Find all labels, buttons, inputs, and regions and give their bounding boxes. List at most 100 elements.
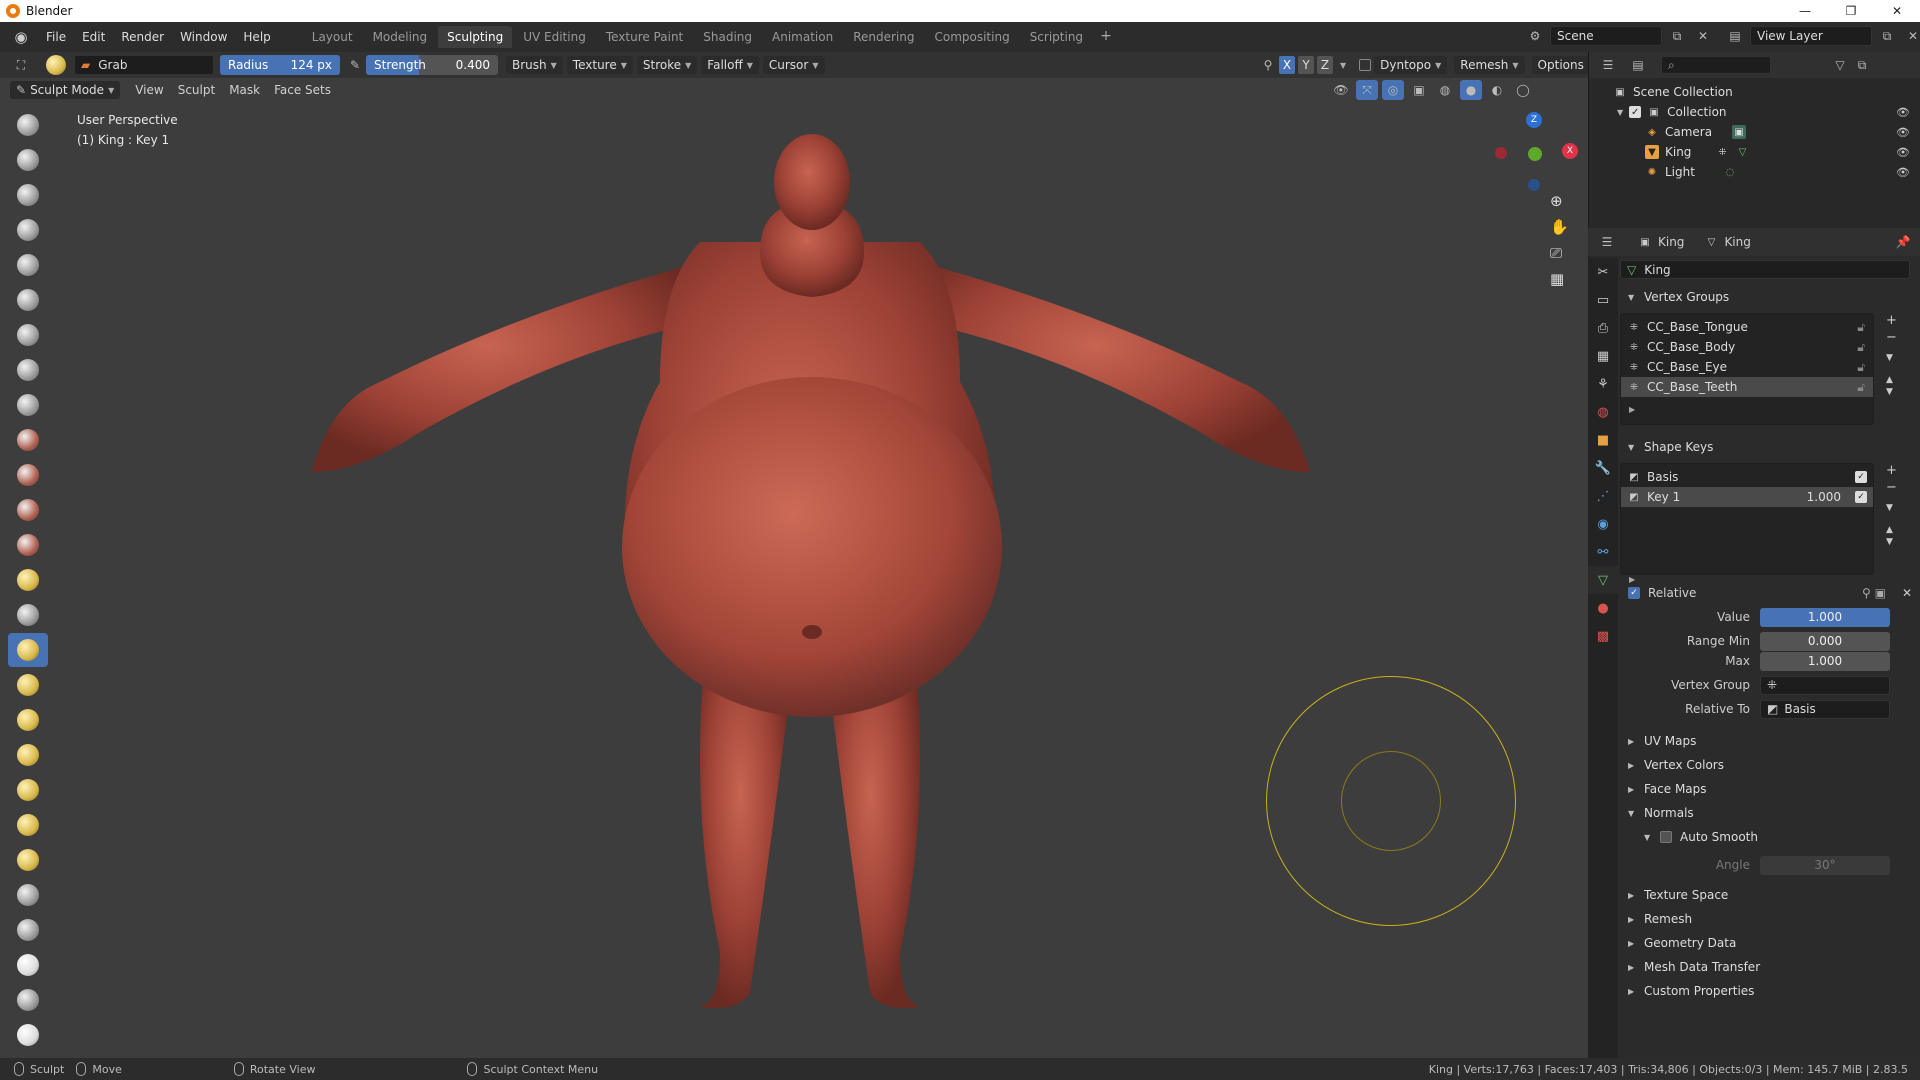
clay-strips-tool[interactable] — [8, 213, 48, 247]
dyntopo-dropdown[interactable]: Dyntopo ▼ — [1374, 56, 1448, 74]
mirror-z-toggle[interactable]: Z — [1317, 56, 1333, 74]
edit-mode-icon[interactable]: ⚲ ▣ — [1862, 586, 1886, 600]
clear-weights-icon[interactable]: ✕ — [1902, 586, 1912, 600]
mask-tool[interactable] — [8, 983, 48, 1017]
vertex-group-item[interactable]: ⁜ CC_Base_Eye 🔓︎ — [1621, 357, 1873, 377]
pan-hand-icon[interactable]: ✋ — [1550, 218, 1569, 236]
delete-view-layer-icon[interactable]: ✕ — [1902, 26, 1920, 46]
new-view-layer-icon[interactable]: ⧉ — [1876, 26, 1898, 46]
tool-tab-icon[interactable]: ✂ — [1588, 258, 1618, 286]
mode-dropdown[interactable]: ✎ Sculpt Mode ▼ — [10, 81, 121, 99]
minimize-button[interactable]: — — [1782, 0, 1828, 22]
menu-help[interactable]: Help — [235, 30, 278, 44]
menu-edit[interactable]: Edit — [74, 30, 113, 44]
delete-scene-icon[interactable]: ✕ — [1692, 26, 1714, 46]
symmetry-icon[interactable]: ⚲ — [1260, 55, 1276, 75]
physics-tab-icon[interactable]: ◉ — [1588, 510, 1618, 538]
solid-shading-icon[interactable]: ● — [1460, 80, 1482, 100]
add-shape-key-icon[interactable]: + — [1886, 463, 1897, 478]
elastic-deform-tool[interactable] — [8, 668, 48, 702]
blob-tool[interactable] — [8, 353, 48, 387]
uv-maps-panel-header[interactable]: ▶ UV Maps — [1620, 729, 1916, 753]
outliner-item-king[interactable]: ▼ King ⁜ ▽ 👁 — [1589, 142, 1920, 162]
filter-expand-icon[interactable]: ▶ — [1621, 397, 1873, 414]
auto-smooth-checkbox[interactable] — [1660, 831, 1672, 843]
shape-key-mute-checkbox[interactable]: ✓ — [1855, 491, 1867, 503]
vertex-colors-panel-header[interactable]: ▶ Vertex Colors — [1620, 753, 1916, 777]
slide-relax-tool[interactable] — [8, 878, 48, 912]
object-tab-icon[interactable]: ■ — [1588, 426, 1618, 454]
draw-face-sets-tool[interactable] — [8, 1018, 48, 1052]
tab-shading[interactable]: Shading — [694, 26, 761, 48]
gizmo-x-axis[interactable]: X — [1562, 143, 1578, 159]
grab-tool[interactable] — [8, 633, 48, 667]
gizmo-toggle-icon[interactable]: ⤧ — [1356, 80, 1378, 100]
data-name-field[interactable]: ▽ King — [1620, 260, 1910, 279]
constraints-tab-icon[interactable]: ⚯ — [1588, 538, 1618, 566]
rendered-shading-icon[interactable]: ◯ — [1512, 80, 1534, 100]
visibility-eye-icon[interactable]: 👁 — [1896, 106, 1910, 119]
xray-icon[interactable]: ▣ — [1408, 80, 1430, 100]
shape-key-mute-checkbox[interactable]: ✓ — [1855, 471, 1867, 483]
normals-panel-header[interactable]: ▼ Normals — [1620, 801, 1916, 825]
view-layer-icon[interactable]: ▤ — [1724, 26, 1746, 46]
fill-tool[interactable] — [8, 493, 48, 527]
smooth-tool[interactable] — [8, 423, 48, 457]
zoom-icon[interactable]: ⊕ — [1550, 192, 1569, 210]
shape-key-item[interactable]: ◩ Basis ✓ — [1621, 467, 1873, 487]
scene-icon[interactable]: ⚙ — [1524, 26, 1546, 46]
texture-tab-icon[interactable]: ▩ — [1588, 622, 1618, 650]
pinch-tool[interactable] — [8, 598, 48, 632]
visibility-eye-icon[interactable]: 👁 — [1896, 166, 1910, 179]
cursor-dropdown[interactable]: Cursor ▼ — [762, 56, 825, 74]
visibility-icon[interactable]: 👁 — [1330, 80, 1352, 100]
thumb-tool[interactable] — [8, 738, 48, 772]
simplify-tool[interactable] — [8, 948, 48, 982]
clay-tool[interactable] — [8, 178, 48, 212]
tab-uv-editing[interactable]: UV Editing — [514, 26, 595, 48]
draw-sharp-tool[interactable] — [8, 143, 48, 177]
mirror-x-toggle[interactable]: X — [1279, 56, 1295, 74]
output-tab-icon[interactable]: ⎙ — [1588, 314, 1618, 342]
render-tab-icon[interactable]: ▭ — [1588, 286, 1618, 314]
gizmo-y-axis[interactable] — [1528, 147, 1542, 161]
tab-rendering[interactable]: Rendering — [844, 26, 923, 48]
editor-type-icon[interactable]: ⛶ — [10, 55, 32, 75]
face-maps-panel-header[interactable]: ▶ Face Maps — [1620, 777, 1916, 801]
particles-tab-icon[interactable]: ⋰ — [1588, 482, 1618, 510]
tab-layout[interactable]: Layout — [303, 26, 362, 48]
scene-name-field[interactable]: Scene — [1550, 26, 1662, 46]
lock-icon[interactable]: 🔓︎ — [1857, 340, 1865, 355]
filter-icon[interactable]: ▽ — [1829, 55, 1851, 75]
3d-viewport[interactable]: Z X ⊕ ✋ ⎚ ▦ — [0, 52, 1588, 1058]
texture-space-panel-header[interactable]: ▶ Texture Space — [1620, 883, 1916, 907]
outliner-collection[interactable]: ▼ ✓ ▣ Collection 👁 — [1589, 102, 1920, 122]
world-tab-icon[interactable]: ◍ — [1588, 398, 1618, 426]
maximize-button[interactable]: ❐ — [1828, 0, 1874, 22]
new-collection-icon[interactable]: ⧉ — [1851, 55, 1873, 75]
gizmo-neg-x[interactable] — [1495, 147, 1507, 159]
scrape-tool[interactable] — [8, 528, 48, 562]
filter-expand-icon[interactable]: ▶ — [1621, 507, 1873, 584]
shape-key-specials-icon[interactable]: ▼ — [1886, 503, 1897, 513]
value-field[interactable]: 1.000 — [1760, 607, 1890, 627]
tab-modeling[interactable]: Modeling — [364, 26, 437, 48]
pin-icon[interactable]: 📌 — [1892, 232, 1914, 252]
outliner-item-camera[interactable]: ◈ Camera ▣ 👁 — [1589, 122, 1920, 142]
lock-icon[interactable]: 🔓︎ — [1857, 380, 1865, 395]
radius-slider[interactable]: Radius 124 px — [220, 55, 340, 75]
visibility-eye-icon[interactable]: 👁 — [1896, 146, 1910, 159]
brush-name-field[interactable]: ▰ Grab — [74, 55, 214, 75]
close-button[interactable]: ✕ — [1874, 0, 1920, 22]
material-shading-icon[interactable]: ◐ — [1486, 80, 1508, 100]
view-layer-tab-icon[interactable]: ▦ — [1588, 342, 1618, 370]
visibility-eye-icon[interactable]: 👁 — [1896, 126, 1910, 139]
vertex-group-specials-icon[interactable]: ▼ — [1886, 353, 1897, 363]
texture-dropdown[interactable]: Texture ▼ — [566, 56, 633, 74]
new-scene-icon[interactable]: ⧉ — [1666, 26, 1688, 46]
outliner-item-light[interactable]: ✺ Light ◌ 👁 — [1589, 162, 1920, 182]
crease-tool[interactable] — [8, 388, 48, 422]
cloth-tool[interactable] — [8, 913, 48, 947]
custom-properties-panel-header[interactable]: ▶ Custom Properties — [1620, 979, 1916, 1003]
brush-dropdown[interactable]: Brush ▼ — [506, 56, 563, 74]
